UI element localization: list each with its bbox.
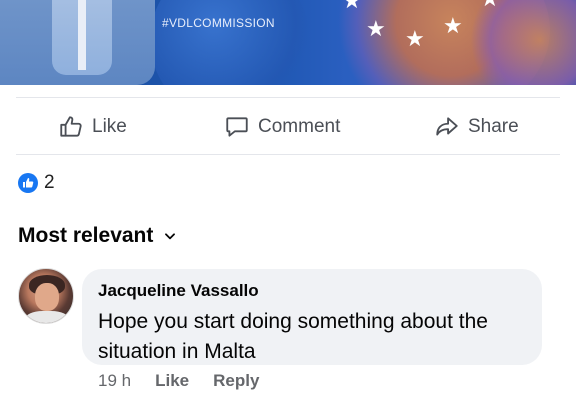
like-button-label: Like — [92, 116, 127, 137]
star-icon: ★ — [366, 16, 386, 41]
comment-button-label: Comment — [258, 116, 341, 137]
thumbs-up-icon — [60, 116, 82, 137]
comment-sort-dropdown[interactable]: Most relevant — [18, 224, 177, 248]
comment-button[interactable]: Comment — [224, 104, 340, 150]
divider — [16, 154, 560, 155]
post-action-bar: Like Comment Share — [0, 104, 576, 150]
banner-person-image — [0, 0, 155, 85]
avatar-shirt — [25, 311, 69, 323]
share-button[interactable]: Share — [434, 104, 519, 150]
banner-hashtag: #VDLCOMMISSION — [162, 16, 275, 30]
avatar[interactable] — [18, 268, 74, 324]
reaction-summary[interactable]: 2 — [18, 172, 55, 194]
comment-sort-label: Most relevant — [18, 224, 154, 247]
share-icon — [436, 117, 458, 136]
comment-icon — [226, 117, 248, 137]
comment-author[interactable]: Jacqueline Vassallo — [98, 281, 526, 301]
divider — [16, 97, 560, 98]
comment-like-button[interactable]: Like — [155, 371, 189, 391]
star-icon: ★ — [443, 13, 463, 38]
chevron-down-icon — [165, 233, 176, 240]
star-icon: ★ — [480, 0, 500, 10]
comment-meta: 19 h Like Reply — [98, 371, 283, 391]
comment-reply-button[interactable]: Reply — [213, 371, 259, 391]
comment-bubble: Jacqueline Vassallo Hope you start doing… — [82, 269, 542, 365]
star-icon: ★ — [342, 0, 362, 13]
share-button-label: Share — [468, 116, 519, 137]
post-image-banner[interactable]: #VDLCOMMISSION ★ ★ ★ ★ ★ — [0, 0, 576, 85]
reaction-count: 2 — [44, 172, 55, 193]
banner-person-collar — [78, 0, 86, 70]
banner-wave-decoration — [470, 0, 576, 85]
star-icon: ★ — [405, 26, 425, 51]
banner-wave-decoration — [150, 0, 310, 85]
avatar-face — [35, 283, 59, 311]
comment-timestamp[interactable]: 19 h — [98, 371, 131, 391]
comment-text: Hope you start doing something about the… — [98, 310, 488, 363]
like-button[interactable]: Like — [58, 104, 127, 150]
thumbs-up-icon — [18, 173, 38, 193]
